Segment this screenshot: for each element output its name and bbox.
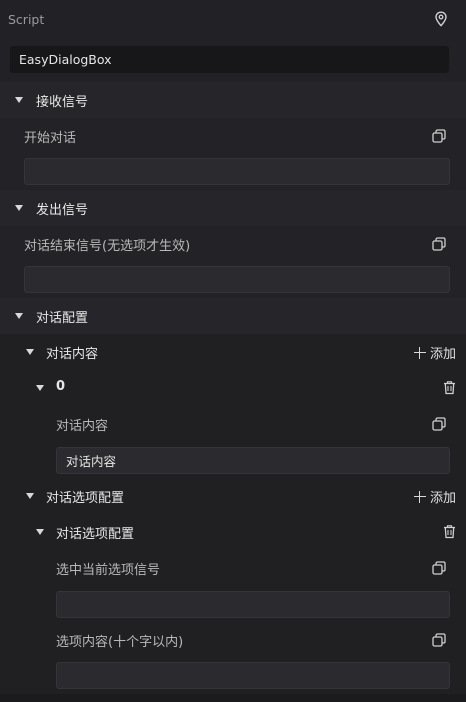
prop-option-signal: 选中当前选项信号 (0, 550, 466, 586)
trash-icon[interactable] (443, 380, 456, 395)
section-title: 接收信号 (36, 95, 89, 110)
triangle-down-icon (36, 529, 44, 535)
triangle-down-icon (26, 493, 34, 499)
plus-icon (413, 346, 426, 359)
section-title: 对话配置 (36, 311, 89, 326)
item-title: 对话选项配置 (56, 527, 135, 542)
component-label: Script (8, 11, 45, 27)
prop-dialog-end-signal: 对话结束信号(无选项才生效) (0, 226, 466, 262)
option-signal-input[interactable] (56, 591, 450, 618)
dialog-option-item[interactable]: 对话选项配置 (0, 514, 466, 550)
copy-icon[interactable] (432, 633, 446, 647)
triangle-down-icon (26, 349, 34, 355)
prop-label: 选中当前选项信号 (56, 563, 161, 578)
dialog-content-item-0[interactable]: 0 (0, 370, 466, 406)
copy-icon[interactable] (432, 561, 446, 575)
add-dialog-content-button[interactable]: 添加 (413, 343, 456, 362)
prop-option-content: 选项内容(十个字以内) (0, 622, 466, 658)
group-title: 对话内容 (46, 347, 99, 362)
map-pin-icon[interactable] (434, 11, 448, 27)
section-dialog-config[interactable]: 对话配置 (0, 298, 466, 334)
copy-icon[interactable] (432, 129, 446, 143)
copy-icon[interactable] (432, 417, 446, 431)
prop-label: 选项内容(十个字以内) (56, 635, 184, 650)
option-content-input[interactable] (56, 662, 450, 689)
dialog-end-signal-input[interactable] (24, 266, 450, 293)
plus-icon (413, 490, 426, 503)
dialog-content-input[interactable]: 对话内容 (56, 447, 450, 474)
copy-icon[interactable] (432, 237, 446, 251)
section-emit-signal[interactable]: 发出信号 (0, 190, 466, 226)
script-name-field[interactable]: EasyDialogBox (10, 46, 449, 73)
prop-label: 开始对话 (24, 131, 77, 146)
item-index: 0 (56, 379, 66, 394)
add-label: 添加 (429, 347, 456, 362)
add-label: 添加 (429, 491, 456, 506)
section-receive-signal[interactable]: 接收信号 (0, 82, 466, 118)
start-dialog-input[interactable] (24, 158, 450, 185)
prop-label: 对话结束信号(无选项才生效) (24, 239, 191, 254)
group-title: 对话选项配置 (46, 491, 125, 506)
group-dialog-content[interactable]: 对话内容 添加 (0, 334, 466, 370)
triangle-down-icon (36, 385, 44, 391)
group-dialog-options[interactable]: 对话选项配置 添加 (0, 478, 466, 514)
panel-bottom (0, 694, 466, 702)
triangle-down-icon (15, 313, 23, 319)
prop-start-dialog: 开始对话 (0, 118, 466, 154)
prop-label: 对话内容 (56, 419, 109, 434)
triangle-down-icon (15, 97, 23, 103)
triangle-down-icon (15, 205, 23, 211)
trash-icon[interactable] (443, 524, 456, 539)
inspector-panel: Script EasyDialogBox 接收信号 开始对话 发出信号 对话结束… (0, 0, 466, 702)
section-title: 发出信号 (36, 203, 89, 218)
script-header: Script (0, 0, 466, 38)
prop-dialog-content: 对话内容 (0, 406, 466, 442)
add-dialog-option-button[interactable]: 添加 (413, 487, 456, 506)
